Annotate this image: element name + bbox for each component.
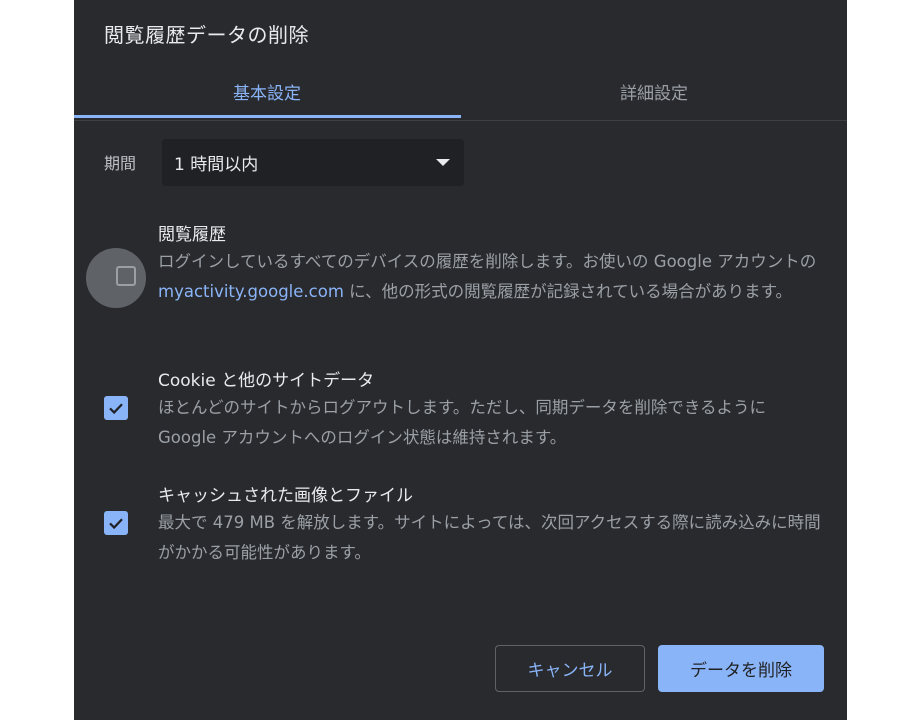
cache-title: キャッシュされた画像とファイル	[158, 486, 413, 506]
clear-browsing-data-dialog: 閲覧履歴データの削除 基本設定 詳細設定 期間 1 時間以内 閲覧履歴 ログイン…	[74, 0, 847, 720]
browsing-history-desc-text-2: に、他の形式の閲覧履歴が記録されている場合があります。	[343, 282, 793, 301]
dialog-title: 閲覧履歴データの削除	[104, 23, 309, 47]
cancel-button[interactable]: キャンセル	[495, 645, 645, 692]
browsing-history-checkbox[interactable]	[116, 266, 136, 286]
caret-down-icon	[436, 159, 450, 166]
period-selected-value: 1 時間以内	[174, 155, 259, 175]
period-label: 期間	[104, 154, 137, 173]
period-dropdown[interactable]: 1 時間以内	[162, 139, 464, 186]
browsing-history-title: 閲覧履歴	[158, 225, 226, 245]
clear-data-button[interactable]: データを削除	[658, 645, 824, 692]
tab-basic[interactable]: 基本設定	[74, 65, 460, 117]
checkbox-focus-halo[interactable]	[86, 248, 146, 308]
tab-bar: 基本設定 詳細設定	[74, 65, 847, 121]
checkmark-icon	[109, 403, 123, 415]
checkmark-icon	[109, 518, 123, 530]
myactivity-link[interactable]: myactivity.google.com	[158, 282, 344, 301]
active-tab-indicator	[74, 115, 461, 118]
tab-advanced[interactable]: 詳細設定	[461, 65, 847, 117]
cookies-description: ほとんどのサイトからログアウトします。ただし、同期データを削除できるように Go…	[158, 398, 767, 447]
cache-checkbox[interactable]	[104, 511, 128, 535]
cookies-title: Cookie と他のサイトデータ	[158, 371, 375, 391]
cookies-checkbox[interactable]	[104, 396, 128, 420]
browsing-history-description: ログインしているすべてのデバイスの履歴を削除します。お使いの Google アカ…	[158, 247, 823, 307]
browsing-history-desc-text: ログインしているすべてのデバイスの履歴を削除します。お使いの Google アカ…	[158, 252, 817, 271]
cache-description: 最大で 479 MB を解放します。サイトによっては、次回アクセスする際に読み込…	[158, 513, 821, 562]
